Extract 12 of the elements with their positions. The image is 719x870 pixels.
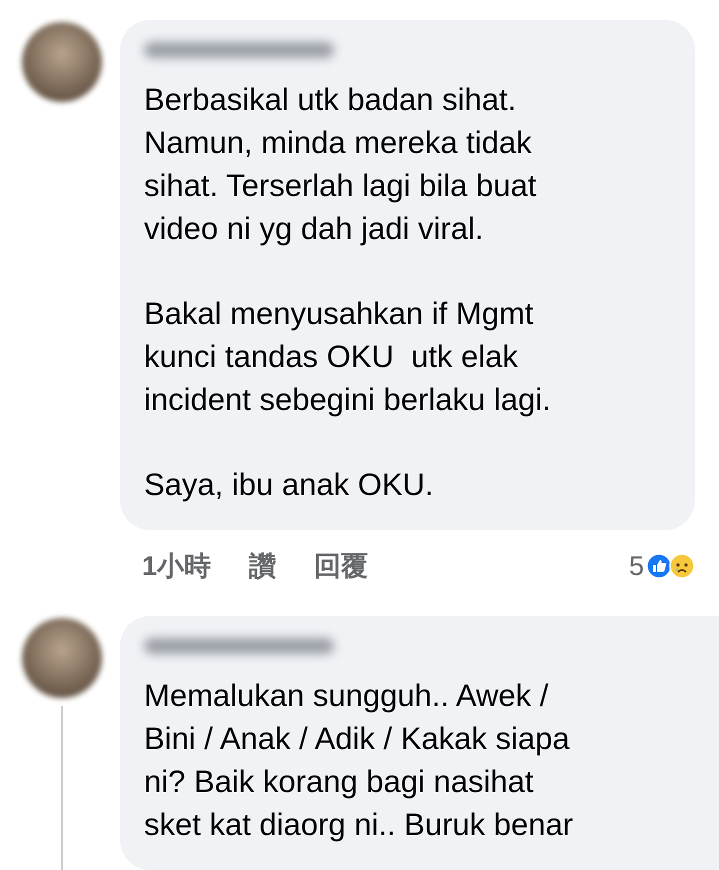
- comment-text: Saya, ibu anak OKU.: [144, 466, 434, 504]
- reply-link[interactable]: 回覆: [314, 548, 368, 584]
- like-reaction-icon: [646, 553, 672, 579]
- timestamp[interactable]: 1小時: [142, 548, 212, 584]
- comment-text: Bakal menyusahkan if Mgmt kunci tandas OKU utk elak incident sebegini berlaku lagi.: [144, 295, 552, 419]
- avatar[interactable]: [22, 22, 102, 102]
- sad-reaction-icon: [669, 553, 695, 579]
- comment-text: Memalukan sungguh.. Awek / Bini / Anak / Adik / Kakak siapa ni? Baik korang bagi nasihat sket kat diaorg ni.. Buruk benar: [144, 677, 574, 844]
- comment-text: Berbasikal utk badan sihat. Namun, minda mereka tidak sihat. Terserlah lagi bila buat video ni yg dah jadi viral.: [144, 81, 538, 248]
- avatar[interactable]: [22, 618, 102, 698]
- like-link[interactable]: 讚: [249, 548, 276, 584]
- reaction-count[interactable]: 5: [628, 550, 644, 582]
